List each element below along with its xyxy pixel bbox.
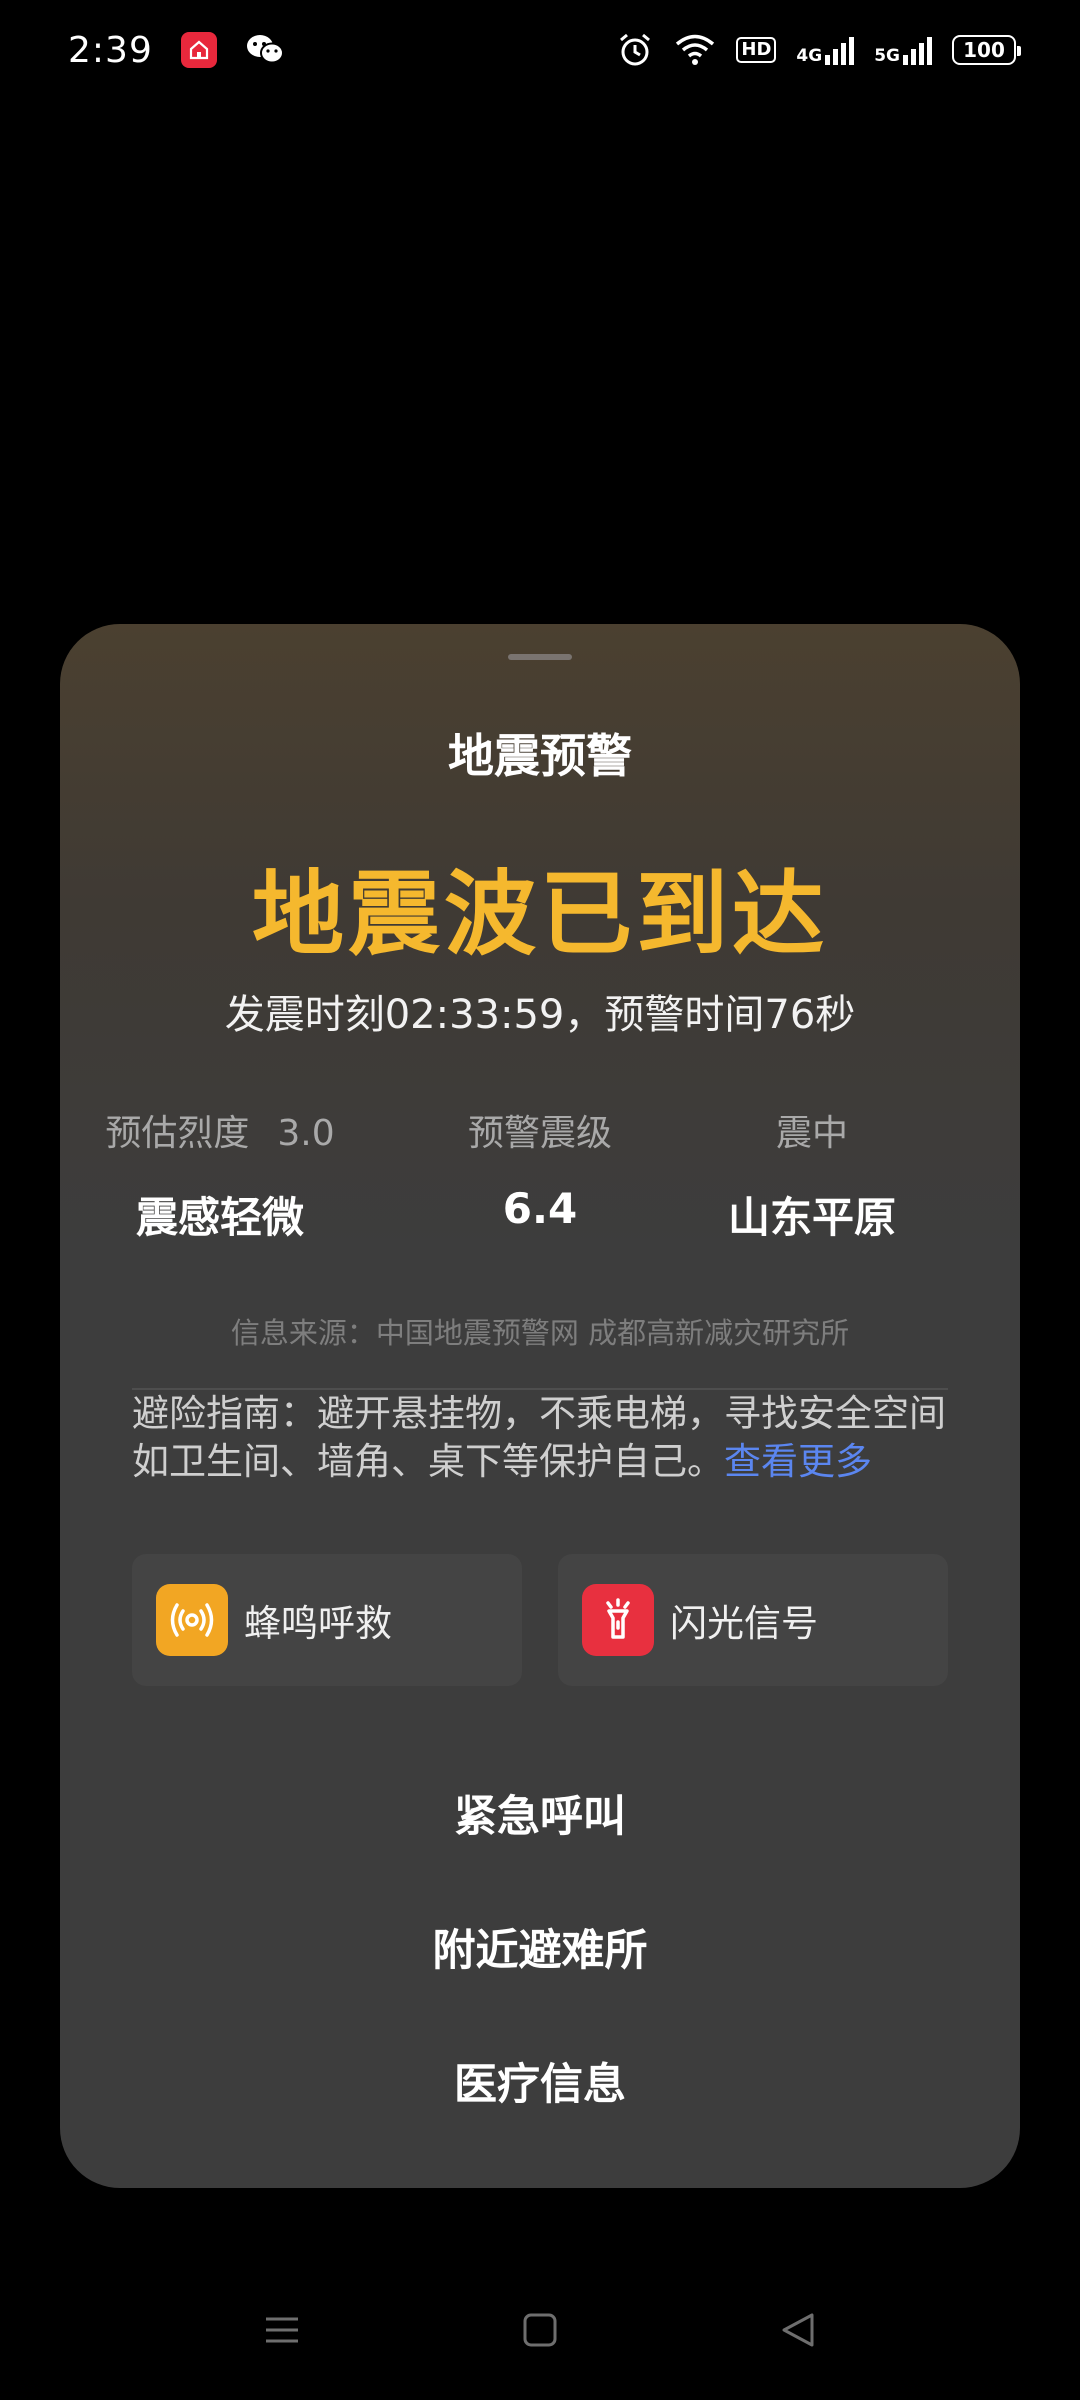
stat-intensity: 预估烈度 3.0 震感轻微: [60, 1104, 380, 1245]
cellular-signal-1: 4G: [796, 35, 855, 66]
drag-handle[interactable]: [508, 654, 572, 660]
guide-line-2: 如卫生间、墙角、桌下等保护自己。查看更多: [132, 1438, 972, 1486]
status-time: 2:39: [68, 29, 153, 71]
status-right: HD 4G 5G 100: [616, 31, 1021, 69]
navigation-bar: [0, 2290, 1080, 2380]
recent-apps-icon[interactable]: [262, 2310, 302, 2354]
stat-label-text: 预估烈度: [105, 1113, 250, 1154]
alert-time-info: 发震时刻02:33:59，预警时间76秒: [224, 992, 856, 1038]
alert-headline: 地震波已到达: [251, 861, 828, 968]
signal-bars-icon: [825, 37, 855, 65]
stat-epicenter: 震中 山东平原: [652, 1104, 972, 1245]
network-type-label-2: 5G: [874, 46, 900, 66]
siren-icon: [156, 1584, 228, 1656]
network-type-label-1: 4G: [796, 46, 823, 66]
home-icon[interactable]: [520, 2310, 560, 2354]
earthquake-alert-sheet: 地震预警 地震波已到达 发震时刻02:33:59，预警时间76秒 预估烈度 3.0…: [60, 624, 1020, 2188]
signal-bars-icon: [903, 37, 932, 65]
alarm-icon: [616, 31, 654, 69]
emergency-call-button[interactable]: 紧急呼叫: [60, 1782, 1020, 1844]
siren-sos-button[interactable]: 蜂鸣呼救: [132, 1554, 522, 1686]
stat-label: 震中: [775, 1113, 848, 1154]
stat-value: 震感轻微: [135, 1193, 304, 1242]
battery-indicator: 100: [952, 35, 1021, 65]
guide-line-2-text: 如卫生间、墙角、桌下等保护自己。: [132, 1440, 724, 1483]
safety-guide: 避险指南：避开悬挂物，不乘电梯，寻找安全空间 如卫生间、墙角、桌下等保护自己。查…: [132, 1390, 972, 1486]
guide-line-1: 避险指南：避开悬挂物，不乘电梯，寻找安全空间: [132, 1392, 946, 1435]
hd-voice-badge: HD: [736, 37, 777, 63]
intensity-number: 3.0: [277, 1113, 335, 1154]
medical-info-button[interactable]: 医疗信息: [60, 2050, 1020, 2112]
status-bar: 2:39 HD 4G 5G 100: [0, 0, 1080, 100]
home-app-icon: [180, 32, 217, 68]
cellular-signal-2: 5G: [874, 35, 932, 65]
wifi-icon: [674, 33, 716, 67]
stat-label: 预估烈度 3.0: [60, 1104, 380, 1156]
flash-signal-button[interactable]: 闪光信号: [558, 1554, 948, 1686]
nearby-shelter-button[interactable]: 附近避难所: [60, 1916, 1020, 1978]
status-left: 2:39: [68, 30, 285, 71]
flash-label: 闪光信号: [670, 1602, 818, 1645]
sheet-title: 地震预警: [448, 729, 632, 783]
wechat-icon: [245, 32, 285, 68]
flashlight-icon: [582, 1584, 654, 1656]
siren-label: 蜂鸣呼救: [244, 1602, 392, 1645]
info-source: 信息来源：中国地震预警网 成都高新减灾研究所: [230, 1316, 850, 1350]
see-more-link[interactable]: 查看更多: [724, 1440, 872, 1483]
stat-value: 山东平原: [727, 1193, 896, 1242]
back-icon[interactable]: [778, 2310, 818, 2354]
